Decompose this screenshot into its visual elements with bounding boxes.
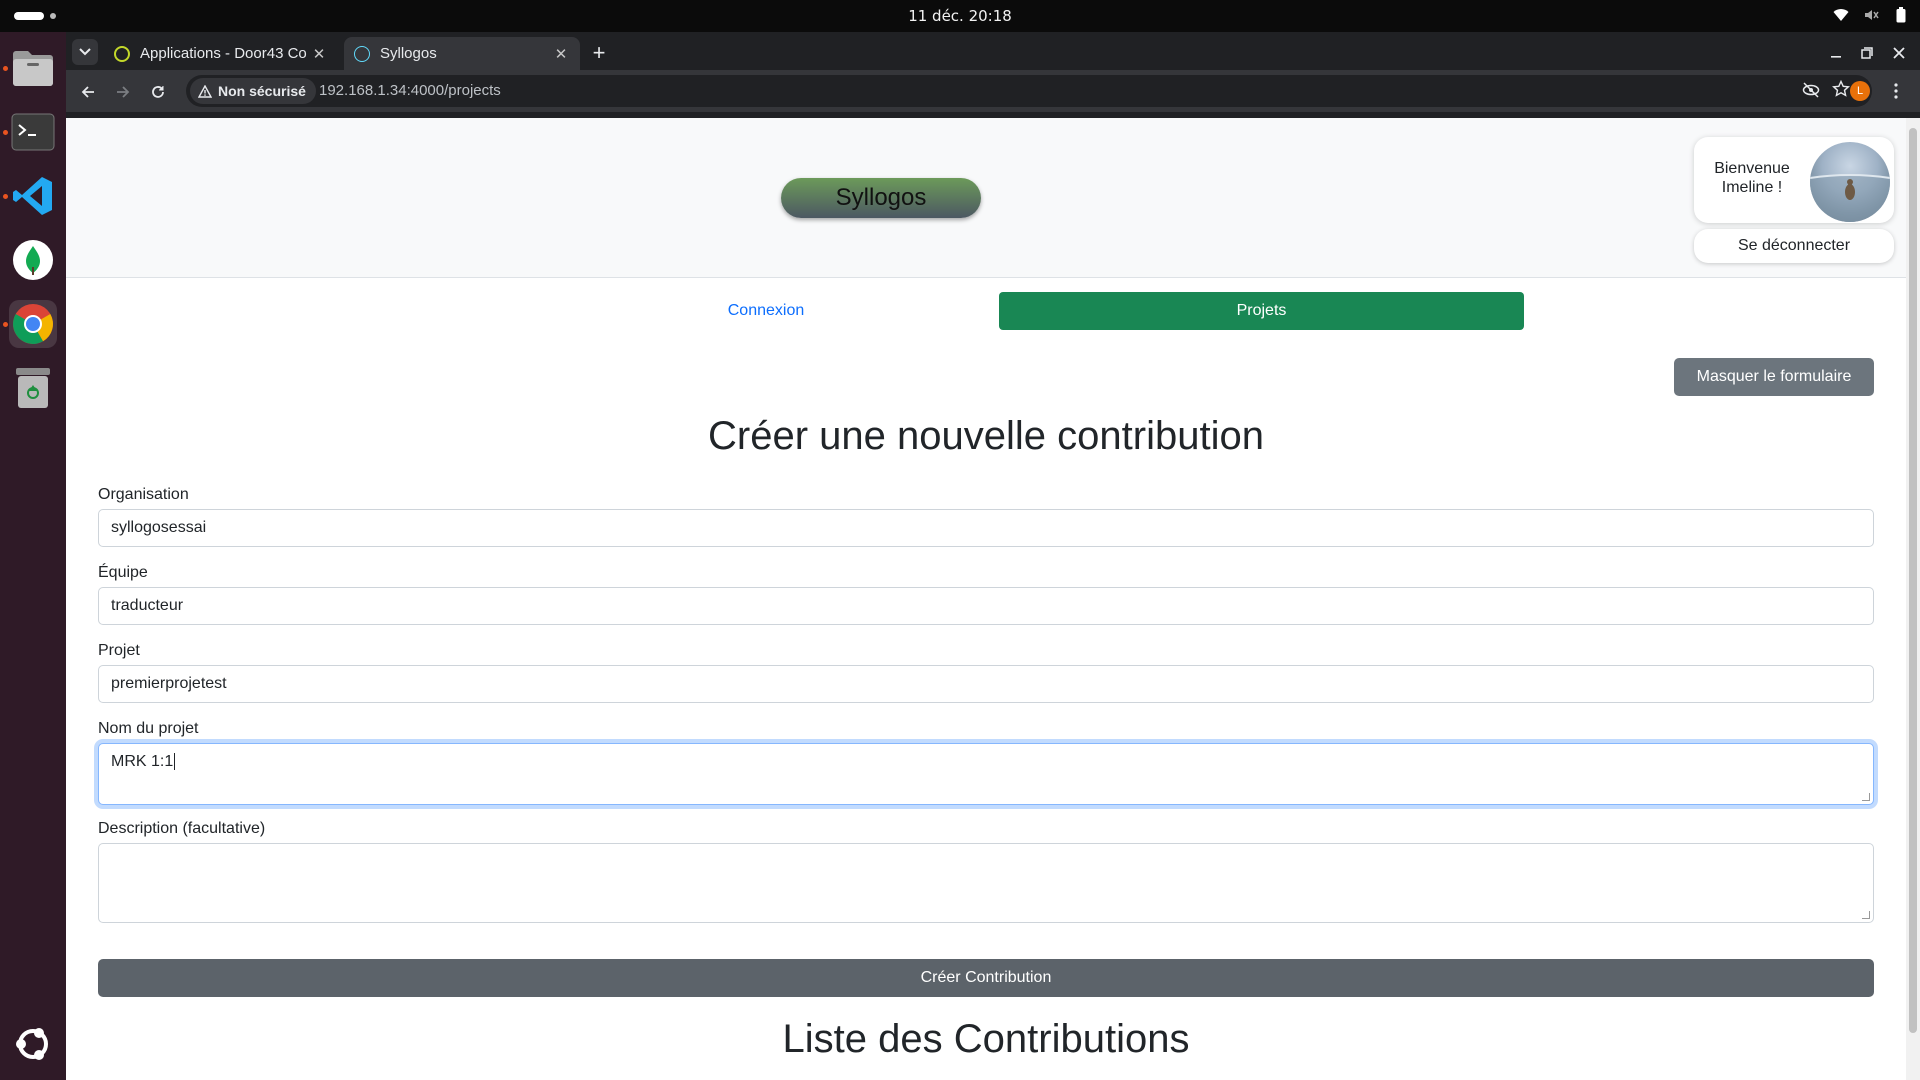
resize-grip-icon[interactable] (1862, 911, 1870, 919)
project-value: premierprojetest (111, 675, 227, 692)
security-label: Non sécurisé (218, 83, 306, 99)
project-label: Projet (98, 642, 140, 659)
site-header: Syllogos Bienvenue Imeline ! Se déconnec… (66, 118, 1906, 278)
battery-icon[interactable] (1892, 6, 1910, 24)
tab-search-button[interactable] (72, 39, 98, 65)
tab-strip: Applications - Door43 Co ✕ Syllogos ✕ + (66, 32, 1920, 70)
reload-icon[interactable] (144, 78, 172, 106)
door43-favicon-icon (114, 45, 130, 62)
page-viewport: Syllogos Bienvenue Imeline ! Se déconnec… (66, 118, 1906, 1080)
tab-title: Applications - Door43 Co (140, 45, 307, 62)
organisation-value: syllogosessai (111, 519, 207, 536)
brand-logo[interactable]: Syllogos (781, 178, 981, 218)
react-favicon-icon (354, 45, 370, 62)
system-tray[interactable] (1832, 6, 1910, 24)
organisation-label: Organisation (98, 486, 189, 503)
project-name-value: MRK 1:1 (111, 753, 174, 770)
profile-avatar[interactable]: L (1850, 81, 1870, 101)
minimize-icon[interactable] (1823, 40, 1849, 66)
close-tab-icon[interactable]: ✕ (310, 45, 328, 63)
wifi-icon[interactable] (1832, 6, 1850, 24)
bookmark-star-icon[interactable] (1831, 79, 1851, 103)
nav-login-link[interactable]: Connexion (632, 292, 900, 330)
resize-grip-icon[interactable] (1862, 793, 1870, 801)
close-window-icon[interactable] (1886, 40, 1912, 66)
chrome-window: Applications - Door43 Co ✕ Syllogos ✕ + (66, 32, 1920, 1080)
hide-form-button[interactable]: Masquer le formulaire (1674, 358, 1874, 396)
organisation-field[interactable]: syllogosessai (98, 509, 1874, 547)
mongodb-compass-icon[interactable] (9, 236, 57, 284)
form-title: Créer une nouvelle contribution (708, 414, 1264, 458)
scrollbar-thumb[interactable] (1909, 128, 1917, 1033)
welcome-line-1: Bienvenue (1714, 160, 1790, 177)
files-icon[interactable] (9, 44, 57, 92)
nav-projects-tab[interactable]: Projets (999, 292, 1524, 330)
url-text[interactable]: 192.168.1.34:4000/projects (319, 82, 501, 99)
vscode-icon[interactable] (9, 172, 57, 220)
logout-button[interactable]: Se déconnecter (1694, 229, 1894, 263)
user-welcome-card: Bienvenue Imeline ! (1694, 137, 1894, 223)
system-top-bar: 11 déc. 20:18 (0, 0, 1920, 32)
ubuntu-dock (0, 32, 66, 1080)
forward-icon[interactable] (109, 78, 137, 106)
tab-title: Syllogos (380, 45, 437, 62)
back-icon[interactable] (74, 78, 102, 106)
description-textarea[interactable] (98, 843, 1874, 923)
warning-icon (198, 84, 212, 98)
system-clock[interactable]: 11 déc. 20:18 (0, 7, 1920, 25)
team-label: Équipe (98, 564, 148, 581)
team-field[interactable]: traducteur (98, 587, 1874, 625)
site-info-chip[interactable]: Non sécurisé (190, 78, 316, 104)
project-name-textarea[interactable]: MRK 1:1 (98, 743, 1874, 805)
browser-toolbar: Non sécurisé 192.168.1.34:4000/projects … (66, 70, 1920, 112)
restore-icon[interactable] (1854, 40, 1880, 66)
kebab-menu-icon[interactable] (1884, 79, 1908, 103)
eye-off-icon[interactable] (1802, 81, 1820, 104)
tab-syllogos[interactable]: Syllogos ✕ (344, 37, 580, 70)
contributions-list-title: Liste des Contributions (782, 1017, 1190, 1061)
team-value: traducteur (111, 597, 184, 614)
chrome-icon[interactable] (9, 300, 57, 348)
trash-icon[interactable] (9, 364, 57, 412)
page-scrollbar[interactable] (1906, 118, 1920, 1080)
close-tab-icon[interactable]: ✕ (552, 45, 570, 63)
welcome-text: Bienvenue Imeline ! (1704, 159, 1800, 197)
text-caret (174, 753, 176, 770)
volume-muted-icon[interactable] (1862, 6, 1880, 24)
welcome-line-2: Imeline ! (1721, 179, 1783, 196)
address-bar[interactable]: Non sécurisé 192.168.1.34:4000/projects (186, 75, 1872, 107)
tab-door43[interactable]: Applications - Door43 Co ✕ (104, 37, 338, 70)
avatar (1810, 142, 1890, 222)
project-name-label: Nom du projet (98, 720, 199, 737)
description-label: Description (facultative) (98, 820, 266, 837)
ubuntu-apps-icon[interactable] (9, 1020, 57, 1068)
terminal-icon[interactable] (9, 108, 57, 156)
project-field[interactable]: premierprojetest (98, 665, 1874, 703)
create-contribution-button[interactable]: Créer Contribution (98, 959, 1874, 997)
new-tab-button[interactable]: + (586, 40, 612, 66)
